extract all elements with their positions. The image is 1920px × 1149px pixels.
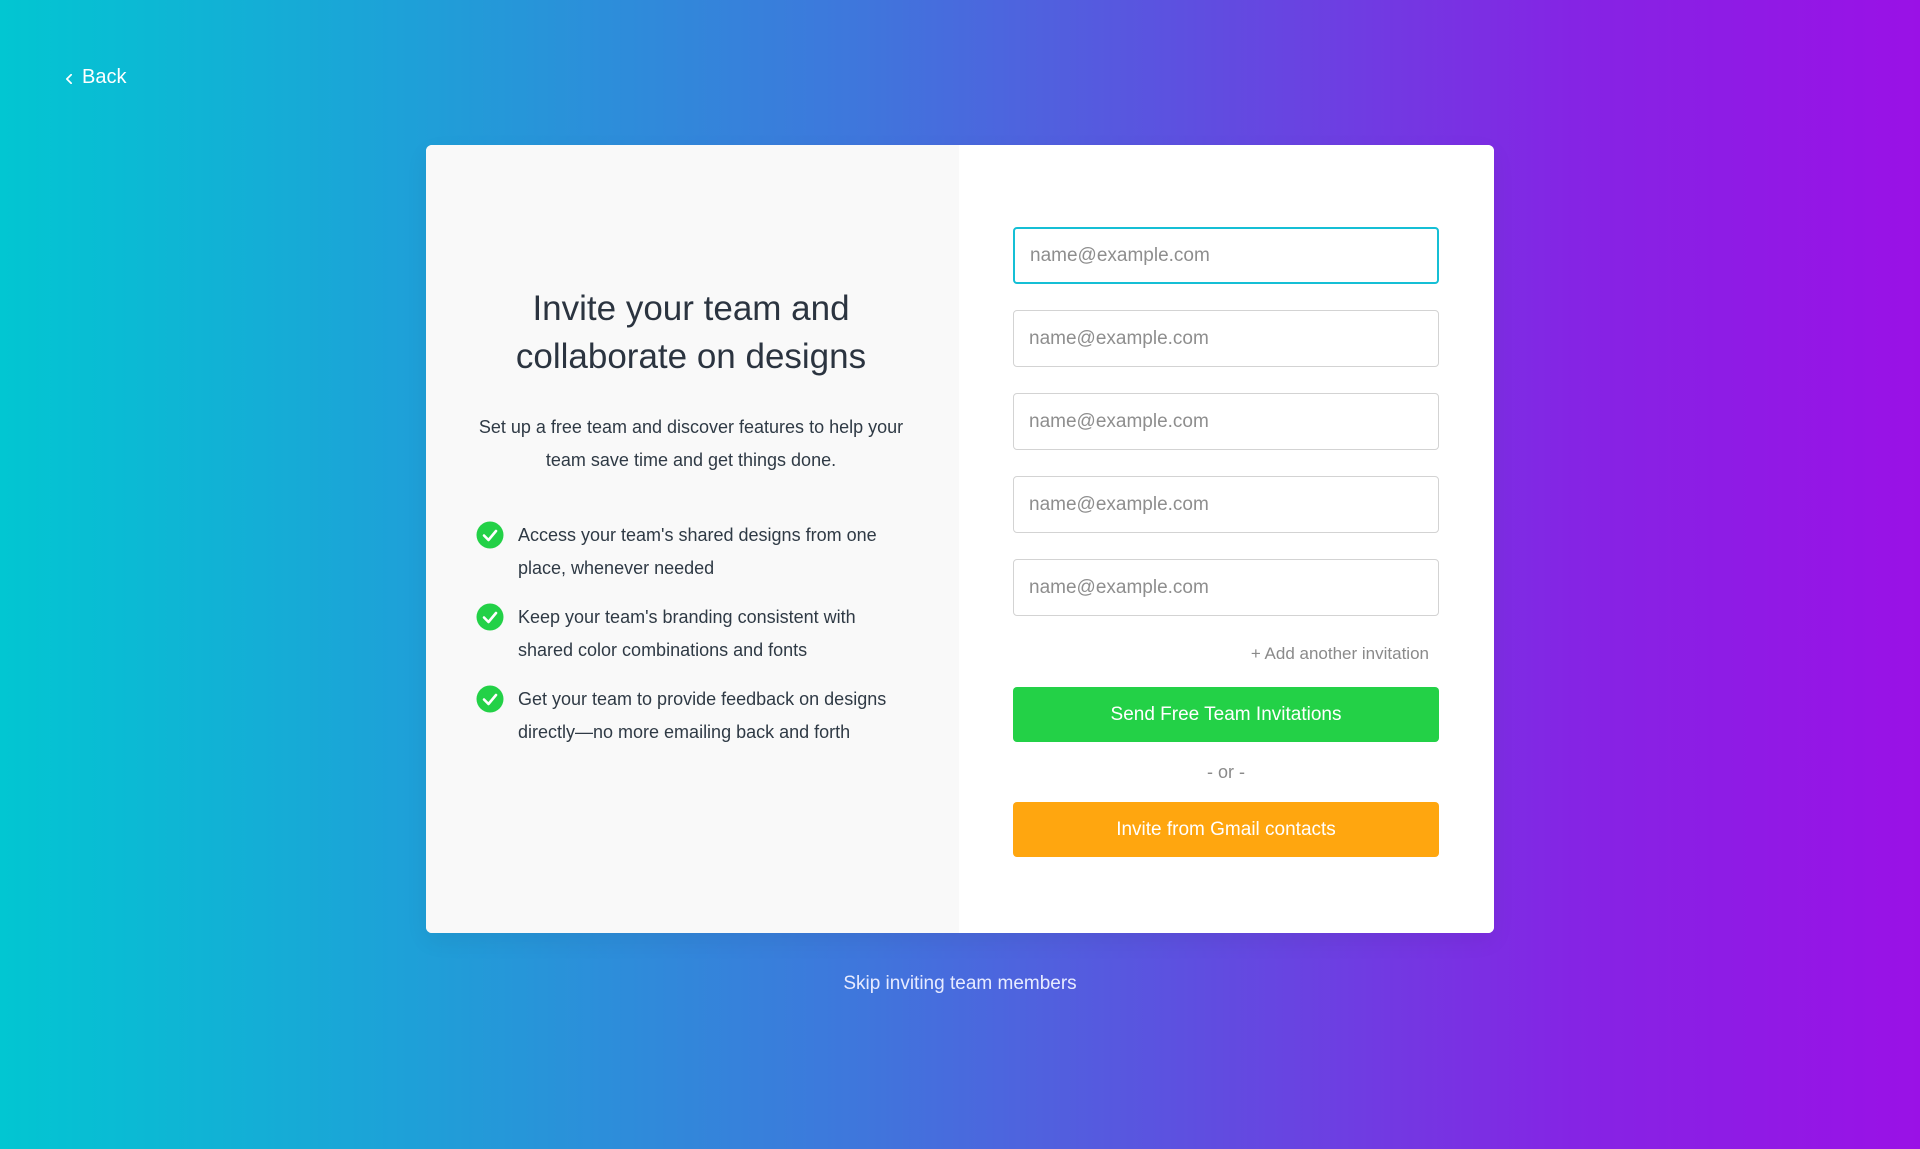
feature-item: Keep your team's branding consistent wit… (476, 601, 906, 667)
check-circle-icon (476, 603, 504, 631)
check-circle-icon (476, 521, 504, 549)
email-field-3[interactable] (1013, 393, 1439, 450)
feature-list: Access your team's shared designs from o… (476, 519, 906, 749)
or-divider: - or - (1207, 762, 1245, 782)
skip-invite-link[interactable]: Skip inviting team members (0, 973, 1920, 995)
invite-gmail-button[interactable]: Invite from Gmail contacts (1013, 802, 1439, 857)
back-link-label: Back (82, 66, 127, 88)
invite-form-panel: + Add another invitation Send Free Team … (959, 145, 1494, 933)
feature-item: Get your team to provide feedback on des… (476, 683, 906, 749)
feature-text: Keep your team's branding consistent wit… (518, 607, 856, 660)
chevron-left-icon (66, 73, 72, 84)
send-invitations-button[interactable]: Send Free Team Invitations (1013, 687, 1439, 742)
feature-text: Access your team's shared designs from o… (518, 525, 877, 578)
email-field-1[interactable] (1013, 227, 1439, 284)
invite-form: + Add another invitation Send Free Team … (1013, 227, 1439, 857)
intro-panel: Invite your team and collaborate on desi… (426, 145, 973, 933)
email-field-2[interactable] (1013, 310, 1439, 367)
check-circle-icon (476, 685, 504, 713)
email-field-4[interactable] (1013, 476, 1439, 533)
page-title: Invite your team and collaborate on desi… (515, 289, 867, 376)
email-field-5[interactable] (1013, 559, 1439, 616)
back-link[interactable]: Back (64, 66, 126, 89)
intro-subcopy: Set up a free team and discover features… (478, 417, 904, 470)
invite-card: Invite your team and collaborate on desi… (426, 145, 1494, 933)
intro-content: Invite your team and collaborate on desi… (476, 285, 906, 765)
add-another-invitation-link[interactable]: + Add another invitation (1013, 642, 1429, 664)
feature-text: Get your team to provide feedback on des… (518, 689, 887, 742)
feature-item: Access your team's shared designs from o… (476, 519, 906, 585)
